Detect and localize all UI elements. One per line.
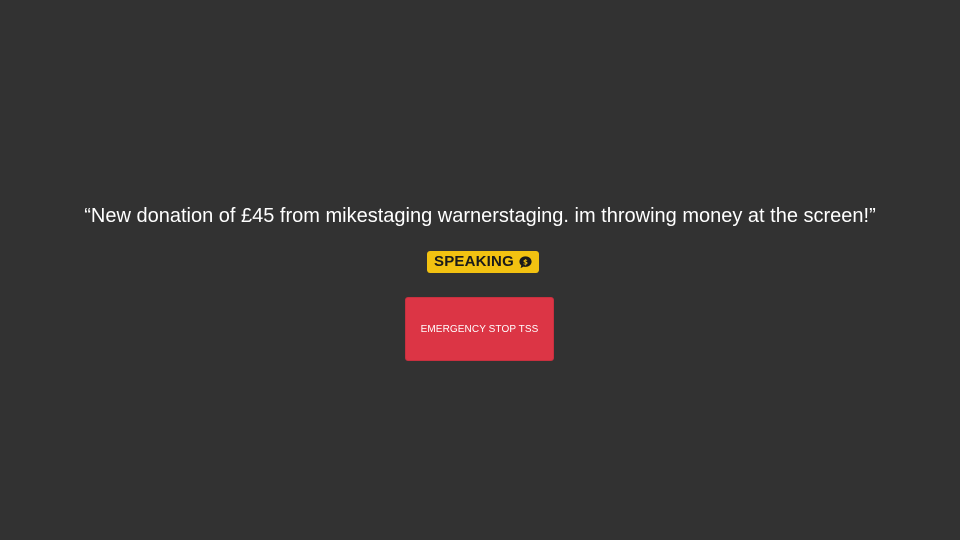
speech-bubble-dollar-icon: $	[518, 255, 533, 270]
speaking-status-badge: SPEAKING $	[427, 251, 539, 273]
donation-message: “New donation of £45 from mikestaging wa…	[84, 205, 876, 227]
svg-text:$: $	[523, 257, 528, 266]
status-label: SPEAKING	[434, 253, 514, 270]
emergency-stop-button[interactable]: EMERGENCY STOP TSS	[405, 297, 554, 361]
tts-overlay: “New donation of £45 from mikestaging wa…	[0, 0, 960, 540]
